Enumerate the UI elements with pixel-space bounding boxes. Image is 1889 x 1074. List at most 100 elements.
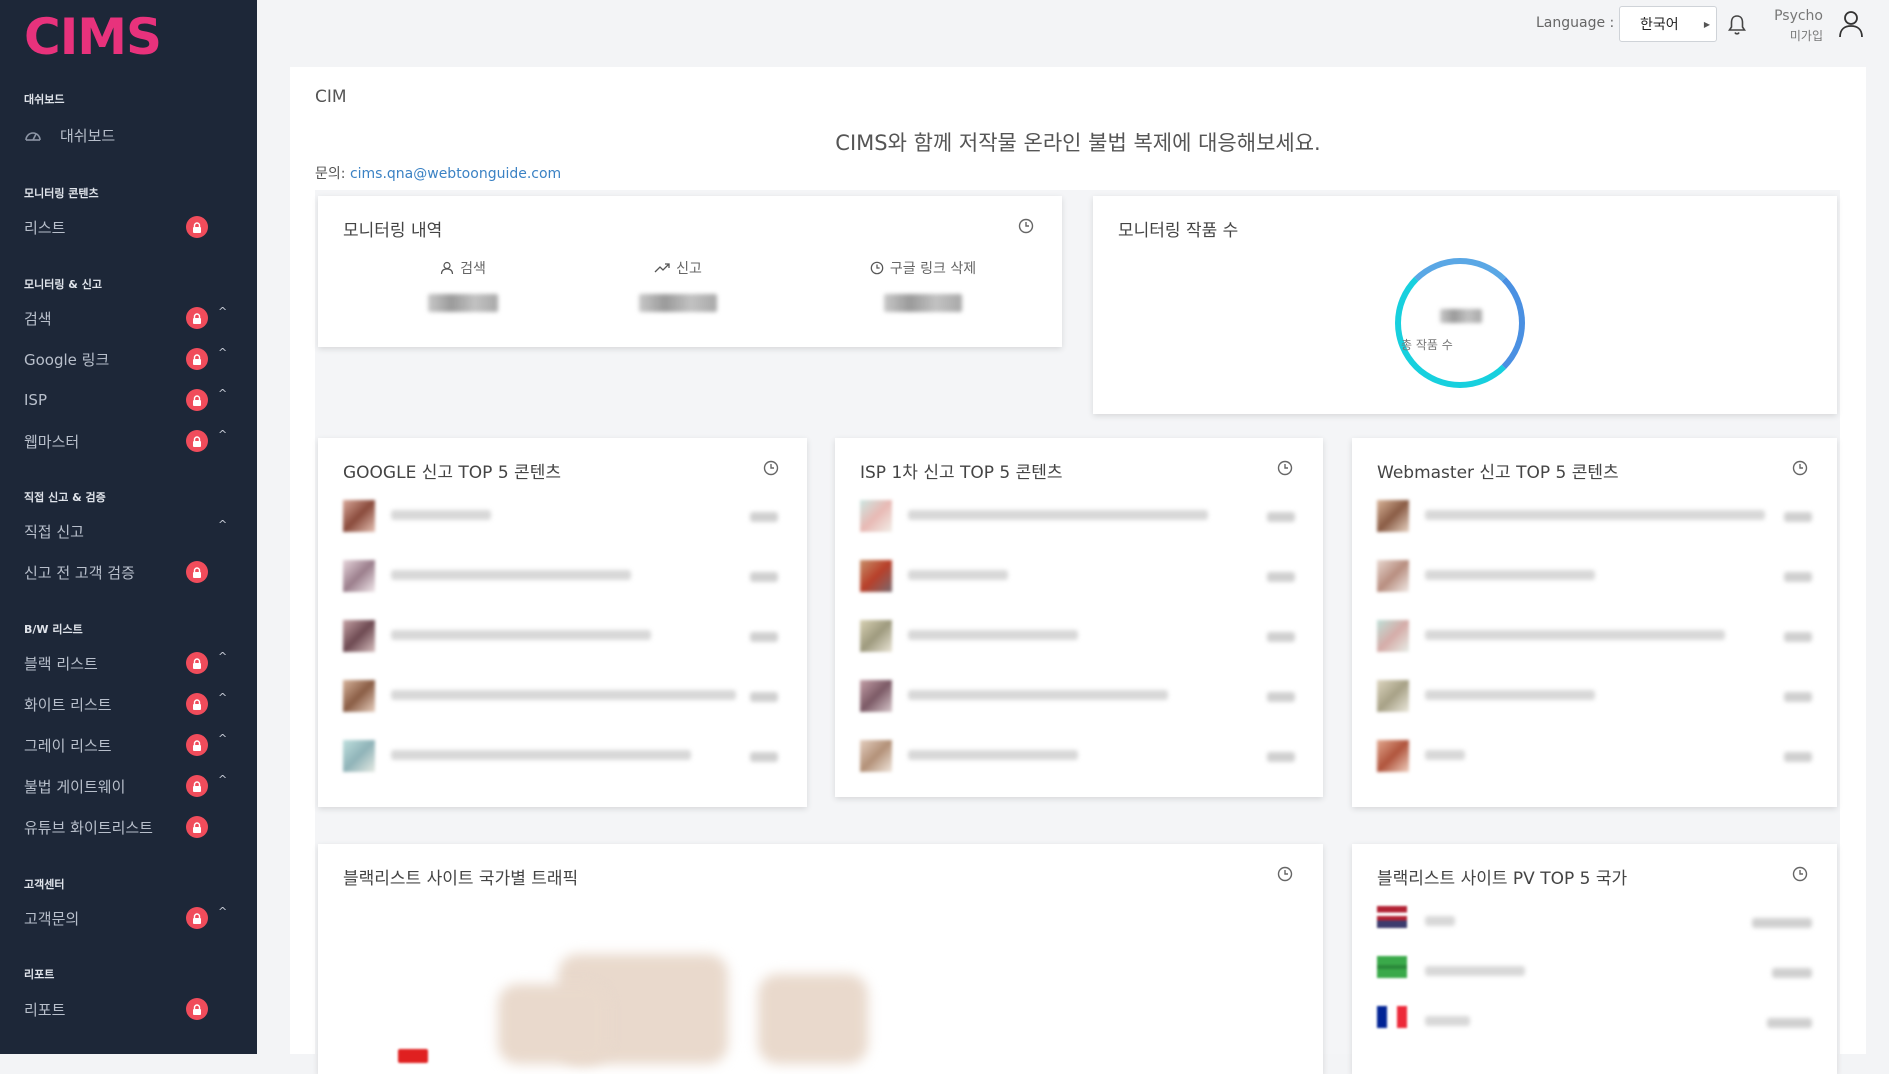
sidebar-item-list[interactable]: 리스트: [24, 212, 234, 242]
country-traffic-card: 블랙리스트 사이트 국가별 트래픽: [318, 844, 1323, 1074]
blurred-title: [908, 570, 1008, 580]
sidebar-item-google-link[interactable]: Google 링크 ^: [24, 344, 234, 374]
list-item[interactable]: [1377, 740, 1812, 780]
blurred-title: [1425, 510, 1765, 520]
blurred-count: [1784, 692, 1812, 702]
list-item[interactable]: [1377, 1006, 1812, 1046]
ring-content: 총 작품 수: [1401, 264, 1519, 382]
list-item[interactable]: [860, 740, 1295, 780]
list-item[interactable]: [343, 500, 778, 540]
thumbnail: [1377, 560, 1409, 592]
sidebar-item-isp[interactable]: ISP ^: [24, 385, 234, 415]
select-arrow-icon: ▶: [1703, 20, 1710, 29]
blurred-title: [1425, 570, 1595, 580]
sidebar-item-report[interactable]: 리포트: [24, 994, 234, 1024]
section-title-dashboard: 대쉬보드: [24, 93, 65, 106]
lock-icon: [186, 816, 208, 838]
chevron-up-icon[interactable]: ^: [218, 691, 227, 704]
list-item[interactable]: [1377, 680, 1812, 720]
user-icon[interactable]: [1838, 10, 1864, 38]
chevron-up-icon[interactable]: ^: [218, 732, 227, 745]
card-title: 모니터링 내역: [343, 221, 443, 241]
card-title: ISP 1차 신고 TOP 5 콘텐츠: [860, 463, 1063, 483]
clock-icon[interactable]: [1277, 460, 1293, 476]
contact-email-link[interactable]: cims.qna@webtoonguide.com: [350, 166, 561, 182]
monitoring-history-card: 모니터링 내역 검색 신고 구글 링크 삭제: [318, 196, 1062, 347]
clock-icon[interactable]: [1277, 866, 1293, 882]
blurred-value: [1440, 309, 1482, 323]
sidebar-item-dashboard[interactable]: 대쉬보드: [24, 120, 234, 150]
list-item[interactable]: [860, 680, 1295, 720]
language-select[interactable]: 한국어 ▶: [1619, 6, 1717, 42]
sidebar-item-customer-inquiry[interactable]: 고객문의 ^: [24, 903, 234, 933]
thumbnail: [343, 560, 375, 592]
flag-icon: [1377, 906, 1407, 928]
sidebar-item-search[interactable]: 검색 ^: [24, 303, 234, 333]
sidebar-item-customer-verify[interactable]: 신고 전 고객 검증: [24, 557, 234, 587]
lock-icon: [186, 430, 208, 452]
thumbnail: [343, 680, 375, 712]
blurred-count: [1784, 572, 1812, 582]
sidebar-item-youtube-whitelist[interactable]: 유튜브 화이트리스트: [24, 812, 234, 842]
list-item[interactable]: [1377, 560, 1812, 600]
clock-icon[interactable]: [1792, 866, 1808, 882]
chevron-up-icon[interactable]: ^: [218, 650, 227, 663]
clock-icon[interactable]: [1018, 218, 1034, 234]
blurred-count: [1267, 632, 1295, 642]
gauge-icon: [25, 132, 41, 141]
list-item[interactable]: [860, 620, 1295, 660]
list-item[interactable]: [1377, 956, 1812, 996]
chevron-up-icon[interactable]: ^: [218, 518, 227, 531]
lock-icon: [186, 907, 208, 929]
blurred-count: [1267, 572, 1295, 582]
chevron-up-icon[interactable]: ^: [218, 773, 227, 786]
lock-icon: [186, 998, 208, 1020]
blurred-title: [1425, 966, 1525, 976]
blurred-title: [1425, 916, 1455, 926]
chevron-up-icon[interactable]: ^: [218, 387, 227, 400]
card-title: 블랙리스트 사이트 국가별 트래픽: [343, 869, 579, 889]
chevron-up-icon[interactable]: ^: [218, 346, 227, 359]
chevron-up-icon[interactable]: ^: [218, 428, 227, 441]
chevron-up-icon[interactable]: ^: [218, 905, 227, 918]
sidebar: CIMS 대쉬보드 대쉬보드 모니터링 콘텐츠 리스트 모니터링 & 신고 검색…: [0, 0, 257, 1054]
section-title-report: 리포트: [24, 968, 55, 981]
sidebar-item-gray-list[interactable]: 그레이 리스트 ^: [24, 730, 234, 760]
clock-icon[interactable]: [763, 460, 779, 476]
stat-search: 검색: [403, 258, 523, 316]
list-item[interactable]: [860, 500, 1295, 540]
sidebar-item-webmaster[interactable]: 웹마스터 ^: [24, 426, 234, 456]
lock-icon: [186, 216, 208, 238]
blurred-count: [1752, 918, 1812, 928]
list-item[interactable]: [343, 560, 778, 600]
flag-icon: [1377, 1006, 1407, 1028]
list-item[interactable]: [1377, 620, 1812, 660]
lock-icon: [186, 389, 208, 411]
blurred-count: [750, 572, 778, 582]
sidebar-item-white-list[interactable]: 화이트 리스트 ^: [24, 689, 234, 719]
app-logo[interactable]: CIMS: [24, 12, 162, 62]
chevron-up-icon[interactable]: ^: [218, 305, 227, 318]
blurred-count: [1767, 1018, 1812, 1028]
sidebar-item-black-list[interactable]: 블랙 리스트 ^: [24, 648, 234, 678]
list-item[interactable]: [343, 740, 778, 780]
world-map[interactable]: [378, 934, 868, 1064]
sidebar-item-direct-report[interactable]: 직접 신고 ^: [24, 516, 234, 546]
trend-up-icon: [654, 263, 670, 273]
language-value: 한국어: [1640, 17, 1679, 33]
blurred-title: [1425, 630, 1725, 640]
list-item[interactable]: [343, 680, 778, 720]
list-item[interactable]: [1377, 500, 1812, 540]
blurred-title: [908, 630, 1078, 640]
clock-icon[interactable]: [1792, 460, 1808, 476]
blurred-value: [639, 294, 717, 312]
list-item[interactable]: [860, 560, 1295, 600]
flag-icon: [1377, 956, 1407, 978]
blurred-title: [908, 510, 1208, 520]
bell-icon[interactable]: [1727, 14, 1747, 36]
blurred-title: [1425, 1016, 1470, 1026]
card-title: GOOGLE 신고 TOP 5 콘텐츠: [343, 463, 561, 483]
sidebar-item-illegal-gateway[interactable]: 불법 게이트웨이 ^: [24, 771, 234, 801]
list-item[interactable]: [1377, 906, 1812, 946]
list-item[interactable]: [343, 620, 778, 660]
